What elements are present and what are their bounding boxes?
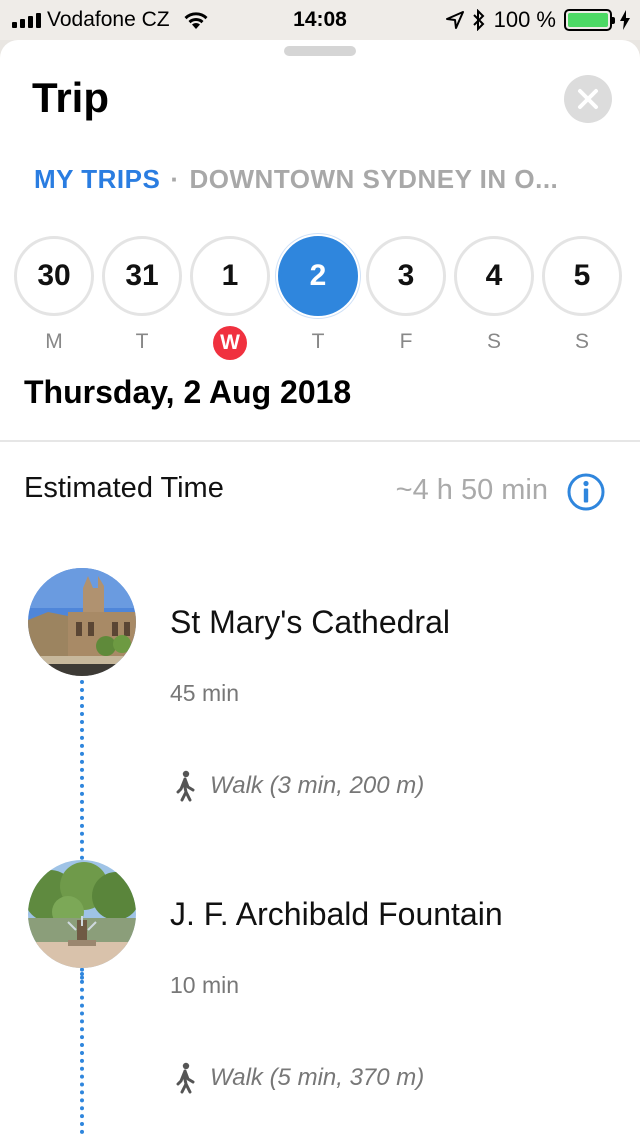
location-arrow-icon	[445, 11, 464, 29]
day-letter: T	[311, 330, 325, 353]
close-icon	[578, 89, 598, 109]
status-right: 100 %	[445, 7, 630, 33]
timeline-connector	[80, 972, 84, 1136]
estimated-time-value: ~4 h 50 min	[395, 474, 548, 506]
day-selector: 30 M 31 T 1 W 2 T 3 F 4 S 5 S	[0, 236, 640, 360]
place-duration: 10 min	[170, 972, 240, 998]
place-photo-cathedral[interactable]	[28, 568, 136, 676]
day-number[interactable]: 31	[102, 236, 182, 316]
day-item[interactable]: 1 W	[190, 236, 270, 360]
walk-row: Walk (5 min, 370 m)	[174, 1062, 424, 1094]
place-name[interactable]: J. F. Archibald Fountain	[170, 896, 503, 933]
walk-text: Walk (3 min, 200 m)	[210, 772, 425, 799]
battery-percent: 100 %	[493, 7, 556, 32]
charging-bolt-icon	[620, 10, 630, 30]
walk-icon	[176, 1062, 195, 1094]
day-letter: S	[574, 330, 589, 353]
day-item[interactable]: 31 T	[102, 236, 182, 360]
walk-text: Walk (5 min, 370 m)	[210, 1064, 425, 1091]
day-letter: M	[45, 330, 63, 353]
trip-sheet: Trip MY TRIPS · DOWNTOWN SYDNEY IN O... 30…	[0, 40, 640, 1136]
place-photo-fountain[interactable]	[28, 860, 136, 968]
day-item[interactable]: 30 M	[14, 236, 94, 360]
close-button[interactable]	[564, 75, 612, 123]
day-item-selected[interactable]: 2 T	[278, 236, 358, 360]
place-duration: 45 min	[170, 680, 240, 706]
cathedral-photo-icon	[28, 568, 136, 676]
place-name[interactable]: St Mary's Cathedral	[170, 604, 450, 641]
selected-date-heading: Thursday, 2 Aug 2018	[24, 374, 352, 410]
estimated-time-label: Estimated Time	[24, 472, 224, 504]
bluetooth-icon	[472, 9, 485, 31]
day-item[interactable]: 5 S	[542, 236, 622, 360]
walk-icon	[176, 770, 195, 802]
sheet-grabber[interactable]	[284, 46, 356, 56]
breadcrumb-my-trips[interactable]: MY TRIPS	[34, 164, 160, 194]
breadcrumb: MY TRIPS · DOWNTOWN SYDNEY IN O...	[34, 164, 558, 195]
day-number[interactable]: 3	[366, 236, 446, 316]
divider	[0, 440, 640, 442]
breadcrumb-separator: ·	[170, 164, 180, 194]
day-letter: S	[486, 330, 501, 353]
fountain-photo-icon	[28, 860, 136, 968]
today-badge: W	[213, 326, 247, 360]
day-number[interactable]: 1	[190, 236, 270, 316]
day-letter: F	[399, 330, 413, 353]
status-bar: Vodafone CZ 14:08 100 %	[0, 0, 640, 40]
day-item[interactable]: 3 F	[366, 236, 446, 360]
battery-icon	[564, 9, 615, 31]
day-number[interactable]: 30	[14, 236, 94, 316]
day-item[interactable]: 4 S	[454, 236, 534, 360]
walk-row: Walk (3 min, 200 m)	[174, 770, 424, 802]
day-letter: T	[135, 330, 149, 353]
day-letter-today: W	[190, 326, 270, 360]
breadcrumb-current-trip: DOWNTOWN SYDNEY IN O...	[189, 164, 559, 194]
day-number-selected[interactable]: 2	[278, 236, 358, 316]
day-number[interactable]: 5	[542, 236, 622, 316]
page-title: Trip	[32, 74, 110, 121]
day-number[interactable]: 4	[454, 236, 534, 316]
info-icon[interactable]	[566, 472, 606, 512]
